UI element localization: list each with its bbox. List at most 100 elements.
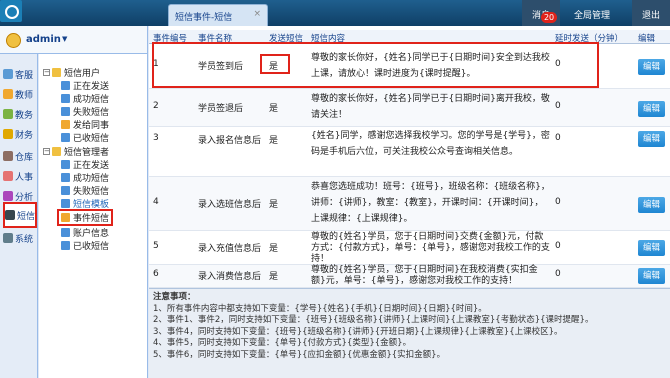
module-customer-service[interactable]: 客服 (3, 64, 37, 84)
chevron-down-icon[interactable]: ▼ (62, 35, 67, 43)
close-icon[interactable]: × (253, 9, 261, 19)
finance-icon (3, 129, 13, 139)
cell-sms-content: 尊敬的{姓名}学员，您于{日期时间}在我校消费{实扣金额}元，单号：{单号}，感… (311, 265, 538, 286)
tree-item-failed[interactable]: 失败短信 (61, 105, 109, 118)
edit-button[interactable]: 编辑 (638, 101, 665, 117)
cell-send-sms: 是 (269, 244, 279, 254)
exit-button[interactable]: 退出 (631, 0, 670, 26)
module-label: 人事 (15, 172, 34, 183)
tree-item-label: 事件短信 (73, 214, 110, 224)
cell-send-sms: 是 (269, 104, 279, 114)
module-teacher[interactable]: 教师 (3, 84, 37, 104)
cell-delay: 0 (555, 101, 561, 111)
header-sms-content[interactable]: 短信内容 (311, 32, 345, 44)
tree-item-mgr-received[interactable]: 已收短信 (61, 239, 109, 252)
sms-icon (61, 81, 70, 90)
tree-item-label: 已收短信 (73, 242, 110, 252)
cell-event-name: 录入报名信息后 (198, 136, 262, 146)
tree-item-sending[interactable]: 正在发送 (61, 79, 109, 92)
module-label: 教师 (15, 90, 34, 101)
notes-title: 注意事项： (153, 292, 196, 302)
table-row[interactable]: 5 录入充值信息后 是 尊敬的{姓名}学员，您于{日期时间}交费{金额}元，付款… (149, 231, 670, 265)
edit-button[interactable]: 编辑 (638, 131, 665, 147)
tree-item-mgr-success[interactable]: 成功短信 (61, 171, 109, 184)
header-event-id[interactable]: 事件编号 (153, 32, 187, 44)
top-bar: 短信事件-短信 × 消息 20 全局管理 退出 (0, 0, 670, 26)
grid-header: 事件编号 事件名称 发送短信 短信内容 延时发送（分钟） 编辑 (149, 30, 670, 44)
tree-item-mgr-event-sms[interactable]: 事件短信 (57, 209, 114, 226)
tree-item-mgr-sending[interactable]: 正在发送 (61, 158, 109, 171)
module-warehouse[interactable]: 仓库 (3, 146, 37, 166)
module-academic[interactable]: 教务 (3, 104, 37, 124)
app-logo (0, 0, 22, 22)
messages-button[interactable]: 消息 20 (521, 0, 560, 26)
module-sms[interactable]: 短信 (3, 202, 37, 228)
cell-sms-content: 恭喜您选班成功！班号：{班号}，班级名称：{班级名称}，讲师：{讲师}，教室：{… (311, 182, 550, 224)
module-bar: 客服 教师 教务 财务 仓库 人事 分析 短信 系统 (0, 54, 38, 378)
tree-item-send-colleague[interactable]: 发给同事 (61, 118, 109, 131)
note-line: 1、所有事件内容中都支持如下变量：{学号}{姓名}{手机}{日期时间}{日期}{… (153, 303, 487, 314)
tree-item-label: 成功短信 (73, 174, 110, 184)
tree-group-sms-manager[interactable]: − 短信管理者 (43, 145, 109, 158)
sms-icon (61, 107, 70, 116)
collapse-icon[interactable]: − (43, 148, 50, 155)
chart-icon (3, 191, 13, 201)
table-row[interactable]: 3 录入报名信息后 是 {姓名}同学，感谢您选择我校学习。您的学号是{学号}，密… (149, 127, 670, 177)
edit-button[interactable]: 编辑 (638, 240, 665, 256)
sms-icon (61, 94, 70, 103)
cell-send-sms: 是 (269, 136, 279, 146)
global-management-button[interactable]: 全局管理 (560, 0, 632, 26)
module-label: 客服 (15, 70, 34, 81)
nav-tree: − 短信用户 正在发送 成功短信 失败短信 发给同事 已收短信 − 短信管理者 正在… (39, 54, 148, 378)
cell-send-sms: 是 (269, 200, 279, 210)
avatar[interactable] (6, 33, 21, 48)
collapse-icon[interactable]: − (43, 69, 50, 76)
table-row[interactable]: 6 录入消费信息后 是 尊敬的{姓名}学员，您于{日期时间}在我校消费{实扣金额… (149, 265, 670, 288)
module-hr[interactable]: 人事 (3, 166, 37, 186)
cell-event-name: 录入选班信息后 (198, 200, 262, 210)
module-system[interactable]: 系统 (3, 228, 37, 248)
header-delay[interactable]: 延时发送（分钟） (555, 32, 623, 44)
note-line: 3、事件4，同时支持如下变量：{班号}{班级名称}{讲师}{开班日期}{上课规律… (153, 326, 563, 337)
note-line: 5、事件6，同时支持如下变量：{单号}{应扣金额}{优惠金额}{实扣金额}。 (153, 349, 446, 360)
cell-delay: 0 (555, 59, 561, 69)
edit-button[interactable]: 编辑 (638, 268, 665, 284)
header-event-name[interactable]: 事件名称 (198, 32, 232, 44)
tree-item-mgr-failed[interactable]: 失败短信 (61, 184, 109, 197)
tree-item-mgr-account[interactable]: 账户信息 (61, 226, 109, 239)
tree-group-label: 短信管理者 (64, 148, 110, 158)
edit-button[interactable]: 编辑 (638, 59, 665, 75)
cell-delay: 0 (555, 197, 561, 207)
cell-event-id: 6 (153, 269, 159, 279)
cell-event-id: 2 (153, 101, 159, 111)
cell-sms-content: 尊敬的{姓名}学员，您于{日期时间}交费{金额}元，付款方式：{付款方式}，单号… (311, 232, 550, 264)
customer-service-icon (3, 69, 13, 79)
table-row[interactable]: 2 学员签退后 是 尊敬的家长你好，{姓名}同学已于{日期时间}离开我校，敬请关… (149, 89, 670, 127)
tree-item-label: 发给同事 (73, 121, 110, 131)
folder-icon (52, 147, 61, 156)
cell-delay: 0 (555, 133, 561, 143)
header-edit: 编辑 (638, 34, 656, 44)
module-label: 系统 (15, 234, 34, 245)
cell-sms-content: {姓名}同学，感谢您选择我校学习。您的学号是{学号}，密码是手机后六位，可关注我… (311, 131, 550, 157)
cell-event-id: 5 (153, 241, 159, 251)
account-icon (61, 228, 70, 237)
module-label: 仓库 (15, 152, 34, 163)
tab-sms-events[interactable]: 短信事件-短信 × (168, 4, 268, 26)
cell-sms-content: 尊敬的家长你好，{姓名}同学已于{日期时间}离开我校，敬请关注！ (311, 94, 550, 120)
tree-item-received[interactable]: 已收短信 (61, 131, 109, 144)
cell-sms-content: 尊敬的家长你好，{姓名}同学已于{日期时间}安全到达我校上课，请放心！课时进度为… (311, 53, 550, 79)
person-icon (3, 171, 13, 181)
cell-send-sms: 是 (269, 272, 279, 282)
table-row[interactable]: 1 学员签到后 是 尊敬的家长你好，{姓名}同学已于{日期时间}安全到达我校上课… (149, 45, 670, 89)
tree-group-label: 短信用户 (64, 69, 101, 79)
table-row[interactable]: 4 录入选班信息后 是 恭喜您选班成功！班号：{班号}，班级名称：{班级名称}，… (149, 177, 670, 231)
header-send-sms[interactable]: 发送短信 (269, 32, 303, 44)
edit-button[interactable]: 编辑 (638, 197, 665, 213)
module-finance[interactable]: 财务 (3, 124, 37, 144)
tree-item-success[interactable]: 成功短信 (61, 92, 109, 105)
teacher-icon (3, 89, 13, 99)
username[interactable]: admin (26, 34, 61, 45)
tree-item-label: 账户信息 (73, 229, 110, 239)
tree-group-sms-user[interactable]: − 短信用户 (43, 66, 100, 79)
